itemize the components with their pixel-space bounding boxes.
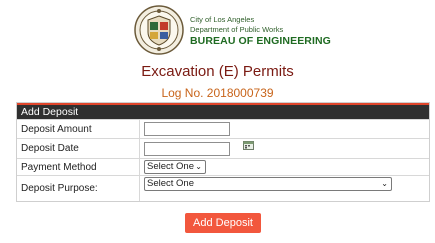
payment-method-select[interactable]: Select One ⌄: [144, 160, 206, 174]
deposit-date-row: Deposit Date: [17, 138, 429, 158]
city-seal-icon: [134, 5, 184, 55]
deposit-purpose-value: Select One: [147, 178, 194, 189]
add-deposit-button[interactable]: Add Deposit: [185, 213, 261, 233]
calendar-icon[interactable]: [243, 140, 254, 150]
agency-name: City of Los Angeles Department of Public…: [190, 15, 331, 46]
deposit-purpose-label: Deposit Purpose:: [17, 176, 140, 201]
chevron-down-icon: ⌄: [195, 162, 202, 171]
payment-method-label: Payment Method: [17, 159, 140, 175]
chevron-down-icon: ⌄: [381, 179, 388, 188]
deposit-purpose-row: Deposit Purpose: Select One ⌄: [17, 175, 429, 201]
deposit-purpose-select[interactable]: Select One ⌄: [144, 177, 392, 191]
agency-city: City of Los Angeles: [190, 14, 255, 24]
panel-header: Add Deposit: [17, 103, 429, 119]
page-title: Excavation (E) Permits: [141, 63, 294, 80]
deposit-amount-label: Deposit Amount: [17, 120, 140, 138]
log-number: Log No. 2018000739: [161, 86, 274, 100]
agency-header: City of Los Angeles Department of Public…: [134, 5, 331, 55]
agency-bureau: BUREAU OF ENGINEERING: [190, 34, 331, 47]
payment-method-row: Payment Method Select One ⌄: [17, 158, 429, 175]
add-deposit-panel: Add Deposit Deposit Amount Deposit Date …: [16, 102, 430, 202]
deposit-amount-input[interactable]: [144, 122, 230, 136]
payment-method-value: Select One: [147, 161, 194, 172]
deposit-date-label: Deposit Date: [17, 139, 140, 158]
deposit-amount-row: Deposit Amount: [17, 119, 429, 138]
agency-department: Department of Public Works: [190, 24, 284, 34]
deposit-date-input[interactable]: [144, 142, 230, 156]
